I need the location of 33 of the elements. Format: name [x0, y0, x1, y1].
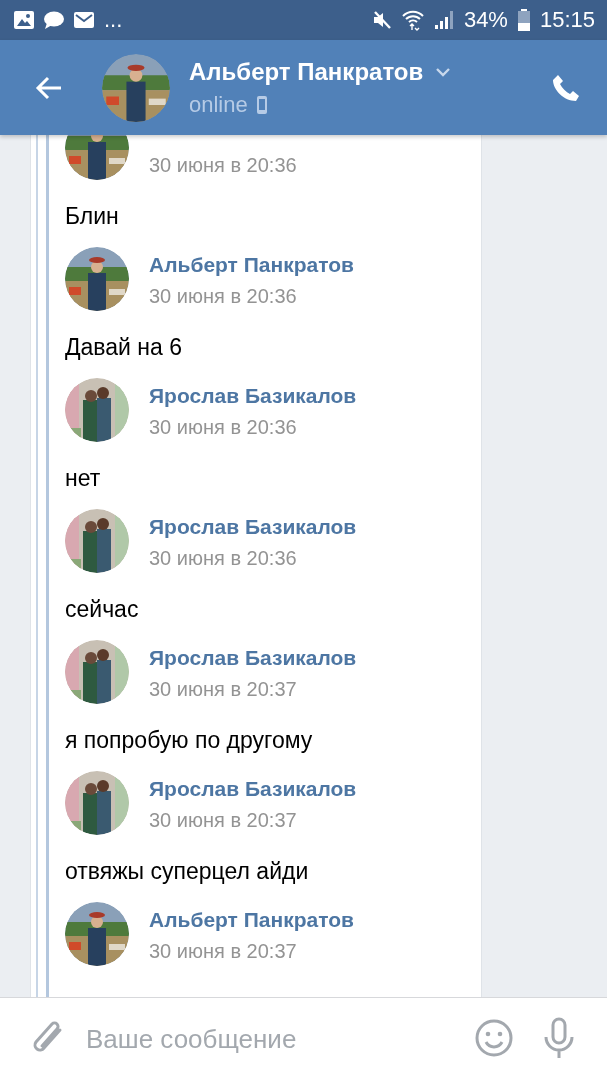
- message-date: 30 июня в 20:36: [149, 154, 297, 177]
- message-text: нет: [65, 464, 102, 492]
- sender-name[interactable]: Ярослав Базикалов: [149, 646, 357, 670]
- message-date: 30 июня в 20:37: [149, 809, 298, 832]
- message-date: 30 июня в 20:37: [149, 678, 298, 701]
- sender-name[interactable]: Ярослав Базикалов: [149, 777, 357, 801]
- message-text: Блин: [65, 202, 120, 230]
- wifi-icon: [401, 9, 424, 31]
- chat-icon: [44, 11, 64, 29]
- battery-percent: 34%: [463, 9, 508, 31]
- chevron-down-icon[interactable]: [435, 66, 452, 77]
- presence-status: online: [189, 91, 248, 118]
- phone-device-icon: [255, 94, 268, 115]
- contact-name[interactable]: Альберт Панкратов: [189, 57, 424, 86]
- sender-name[interactable]: Ярослав Базикалов: [149, 384, 357, 408]
- clock: 15:15: [539, 9, 595, 31]
- more-indicator: ...: [104, 9, 123, 31]
- battery-icon: [517, 9, 530, 31]
- sender-name[interactable]: Альберт Панкратов: [149, 253, 354, 277]
- image-icon: [14, 11, 34, 29]
- mute-icon: [371, 10, 392, 30]
- mail-icon: [74, 12, 94, 28]
- sender-name[interactable]: Альберт Панкратов: [149, 908, 354, 932]
- signal-icon: [433, 10, 454, 30]
- message-text: я попробую по другому: [65, 726, 314, 754]
- message-date: 30 июня в 20:37: [149, 940, 298, 963]
- message-date: 30 июня в 20:36: [149, 547, 298, 570]
- message-text: отвяжы суперцел айди: [65, 857, 310, 885]
- message-text: сейчас: [65, 595, 140, 623]
- message-text: Давай на 6: [65, 333, 184, 361]
- sender-name[interactable]: Ярослав Базикалов: [149, 515, 357, 539]
- message-date: 30 июня в 20:36: [149, 285, 298, 308]
- message-date: 30 июня в 20:36: [149, 416, 298, 439]
